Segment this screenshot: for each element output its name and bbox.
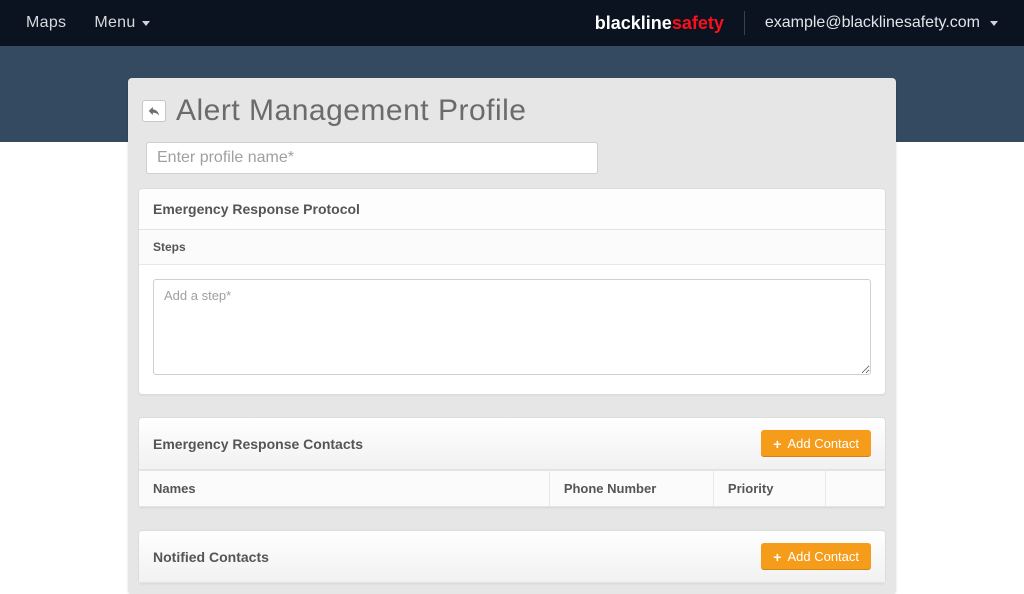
protocol-panel-head: Emergency Response Protocol	[139, 189, 885, 230]
page-card: Alert Management Profile Emergency Respo…	[128, 78, 896, 594]
profile-name-input[interactable]	[146, 142, 598, 174]
add-contact-button[interactable]: + Add Contact	[761, 430, 871, 457]
plus-icon: +	[773, 550, 781, 564]
notified-panel: Notified Contacts + Add Contact	[138, 530, 886, 584]
back-button[interactable]	[142, 100, 166, 122]
top-nav: Maps Menu blacklinesafety example@blackl…	[0, 0, 1024, 46]
protocol-title: Emergency Response Protocol	[153, 201, 360, 217]
protocol-panel: Emergency Response Protocol Steps	[138, 188, 886, 395]
divider	[744, 11, 745, 35]
col-actions	[825, 471, 885, 507]
col-phone: Phone Number	[549, 471, 713, 507]
contacts-panel: Emergency Response Contacts + Add Contac…	[138, 417, 886, 508]
add-contact-label: Add Contact	[787, 436, 859, 451]
caret-down-icon	[142, 21, 150, 26]
notified-panel-head: Notified Contacts + Add Contact	[139, 531, 885, 583]
col-priority: Priority	[713, 471, 825, 507]
user-menu[interactable]: example@blacklinesafety.com	[765, 14, 998, 32]
contacts-panel-head: Emergency Response Contacts + Add Contac…	[139, 418, 885, 470]
nav-menu-label: Menu	[94, 14, 135, 32]
brand-part-1: blackline	[595, 13, 672, 33]
contacts-table: Names Phone Number Priority	[139, 470, 885, 507]
reply-arrow-icon	[147, 104, 161, 118]
user-email-label: example@blacklinesafety.com	[765, 14, 980, 32]
protocol-steps-header: Steps	[139, 230, 885, 265]
caret-down-icon	[990, 21, 998, 26]
plus-icon: +	[773, 437, 781, 451]
nav-maps[interactable]: Maps	[26, 14, 66, 32]
brand-part-2: safety	[672, 13, 724, 33]
add-step-textarea[interactable]	[153, 279, 871, 375]
brand-logo: blacklinesafety	[595, 13, 724, 34]
notified-title: Notified Contacts	[153, 549, 269, 565]
nav-menu[interactable]: Menu	[94, 14, 149, 32]
col-names: Names	[139, 471, 549, 507]
add-notified-contact-button[interactable]: + Add Contact	[761, 543, 871, 570]
page-title: Alert Management Profile	[176, 94, 527, 128]
nav-maps-label: Maps	[26, 14, 66, 32]
contacts-title: Emergency Response Contacts	[153, 436, 363, 452]
add-notified-contact-label: Add Contact	[787, 549, 859, 564]
